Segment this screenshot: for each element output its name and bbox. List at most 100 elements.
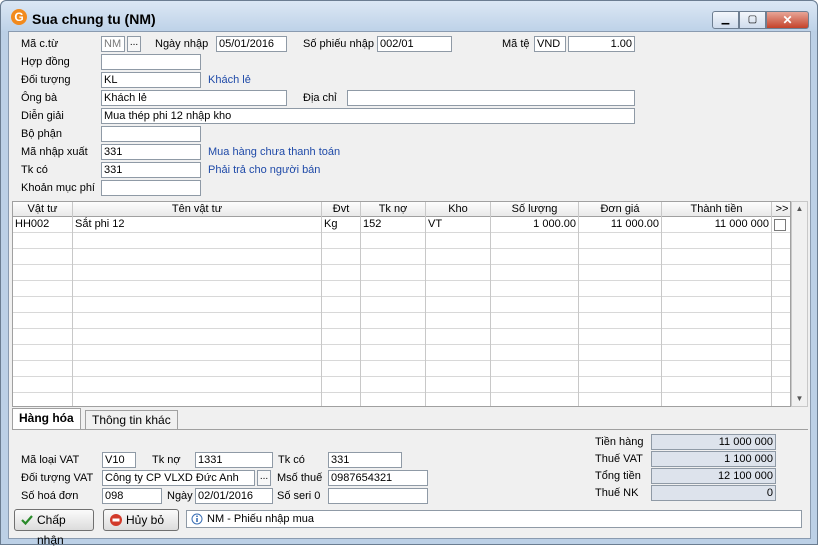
column-divider	[425, 233, 426, 249]
column-divider	[72, 377, 73, 393]
department-input[interactable]	[101, 126, 201, 142]
receipt-number-input[interactable]: 002/01	[377, 36, 452, 52]
vat-debit-input[interactable]: 1331	[195, 452, 273, 468]
column-divider	[578, 345, 579, 361]
minimize-button[interactable]: ▁	[712, 11, 739, 29]
column-divider	[425, 329, 426, 345]
empty-table-row[interactable]	[13, 297, 790, 313]
column-divider	[72, 281, 73, 297]
io-code-desc: Mua hàng chưa thanh toán	[208, 146, 341, 158]
row-checkbox[interactable]	[774, 219, 786, 231]
partner-input[interactable]: KL	[101, 72, 201, 88]
vat-amount-value: 1 100 000	[651, 451, 776, 467]
contact-input[interactable]: Khách lẻ	[101, 90, 287, 106]
close-button[interactable]: ✕	[766, 11, 809, 29]
currency-input[interactable]: VND	[534, 36, 566, 52]
cell-unit-price[interactable]: 11 000.00	[579, 217, 662, 233]
column-divider	[661, 329, 662, 345]
column-divider	[578, 393, 579, 406]
cell-debit-account[interactable]: 152	[361, 217, 426, 233]
column-divider	[321, 345, 322, 361]
cell-unit[interactable]: Kg	[322, 217, 361, 233]
title-bar[interactable]: G Sua chung tu (NM) ▁ ▢ ✕	[1, 1, 817, 31]
vat-partner-lookup-button[interactable]: ...	[257, 470, 271, 486]
grid-scrollbar[interactable]: ▲ ▼	[791, 201, 808, 407]
empty-table-row[interactable]	[13, 281, 790, 297]
goods-amount-value: 11 000 000	[651, 434, 776, 450]
column-divider	[72, 393, 73, 406]
cell-quantity[interactable]: 1 000.00	[491, 217, 579, 233]
column-divider	[661, 249, 662, 265]
empty-table-row[interactable]	[13, 361, 790, 377]
tab-goods[interactable]: Hàng hóa	[12, 408, 81, 430]
contact-label: Ông bà	[21, 92, 58, 104]
column-divider	[490, 249, 491, 265]
voucher-code-lookup-button[interactable]: ...	[127, 36, 141, 52]
empty-table-row[interactable]	[13, 377, 790, 393]
partner-name-text: Khách lẻ	[208, 74, 251, 86]
tax-code-input[interactable]: 0987654321	[328, 470, 428, 486]
column-divider	[661, 361, 662, 377]
maximize-button[interactable]: ▢	[739, 11, 766, 29]
column-divider	[72, 233, 73, 249]
scroll-up-icon[interactable]: ▲	[792, 202, 807, 216]
column-divider	[661, 313, 662, 329]
col-header-amount[interactable]: Thành tiền	[662, 202, 772, 217]
items-grid[interactable]: Vật tư Tên vật tư Đvt Tk nợ Kho Số lượng…	[12, 201, 791, 407]
column-divider	[321, 297, 322, 313]
goods-amount-label: Tiền hàng	[595, 436, 644, 448]
credit-account-input[interactable]: 331	[101, 162, 201, 178]
cancel-button[interactable]: Hủy bỏ	[103, 509, 179, 531]
credit-account-desc: Phải trả cho người bán	[208, 164, 321, 176]
vat-type-input[interactable]: V10	[102, 452, 136, 468]
col-header-item-name[interactable]: Tên vật tư	[73, 202, 322, 217]
empty-table-row[interactable]	[13, 393, 790, 406]
column-divider	[578, 377, 579, 393]
table-row[interactable]: HH002 Sắt phi 12 Kg 152 VT 1 000.00 11 0…	[13, 217, 790, 233]
tab-other-info[interactable]: Thông tin khác	[85, 410, 178, 430]
entry-date-input[interactable]: 05/01/2016	[216, 36, 287, 52]
vat-credit-input[interactable]: 331	[328, 452, 402, 468]
column-divider	[661, 233, 662, 249]
voucher-code-input[interactable]: NM	[101, 36, 125, 52]
column-divider	[321, 329, 322, 345]
voucher-code-label: Mã c.từ	[21, 38, 59, 50]
cell-item-code[interactable]: HH002	[13, 217, 73, 233]
empty-table-row[interactable]	[13, 313, 790, 329]
column-divider	[360, 313, 361, 329]
col-header-warehouse[interactable]: Kho	[426, 202, 491, 217]
address-input[interactable]	[347, 90, 635, 106]
serial-number-input[interactable]	[328, 488, 428, 504]
col-header-unit[interactable]: Đvt	[322, 202, 361, 217]
col-header-quantity[interactable]: Số lượng	[491, 202, 579, 217]
empty-table-row[interactable]	[13, 329, 790, 345]
empty-table-row[interactable]	[13, 233, 790, 249]
expense-item-input[interactable]	[101, 180, 201, 196]
vat-type-label: Mã loại VAT	[21, 454, 80, 466]
empty-table-row[interactable]	[13, 265, 790, 281]
column-divider	[661, 377, 662, 393]
empty-table-row[interactable]	[13, 249, 790, 265]
cell-item-name[interactable]: Sắt phi 12	[73, 217, 322, 233]
contract-input[interactable]	[101, 54, 201, 70]
accept-button[interactable]: Chấp nhận	[14, 509, 94, 547]
empty-table-row[interactable]	[13, 345, 790, 361]
column-divider	[490, 361, 491, 377]
serial-number-label: Số seri 0	[277, 490, 321, 502]
maximize-icon: ▢	[747, 14, 758, 25]
address-label: Địa chỉ	[303, 92, 337, 104]
vat-partner-input[interactable]: Công ty CP VLXD Đức Anh	[102, 470, 255, 486]
description-input[interactable]: Mua thép phi 12 nhập kho	[101, 108, 635, 124]
exchange-rate-input[interactable]: 1.00	[568, 36, 635, 52]
col-header-debit-account[interactable]: Tk nợ	[361, 202, 426, 217]
invoice-date-input[interactable]: 02/01/2016	[195, 488, 273, 504]
col-header-more[interactable]: >>	[772, 202, 790, 217]
cell-warehouse[interactable]: VT	[426, 217, 491, 233]
scroll-down-icon[interactable]: ▼	[792, 392, 807, 406]
vat-credit-label: Tk có	[278, 454, 305, 466]
io-code-input[interactable]: 331	[101, 144, 201, 160]
cell-amount[interactable]: 11 000 000	[662, 217, 772, 233]
col-header-item-code[interactable]: Vật tư	[13, 202, 73, 217]
col-header-unit-price[interactable]: Đơn giá	[579, 202, 662, 217]
invoice-number-input[interactable]: 098	[102, 488, 162, 504]
